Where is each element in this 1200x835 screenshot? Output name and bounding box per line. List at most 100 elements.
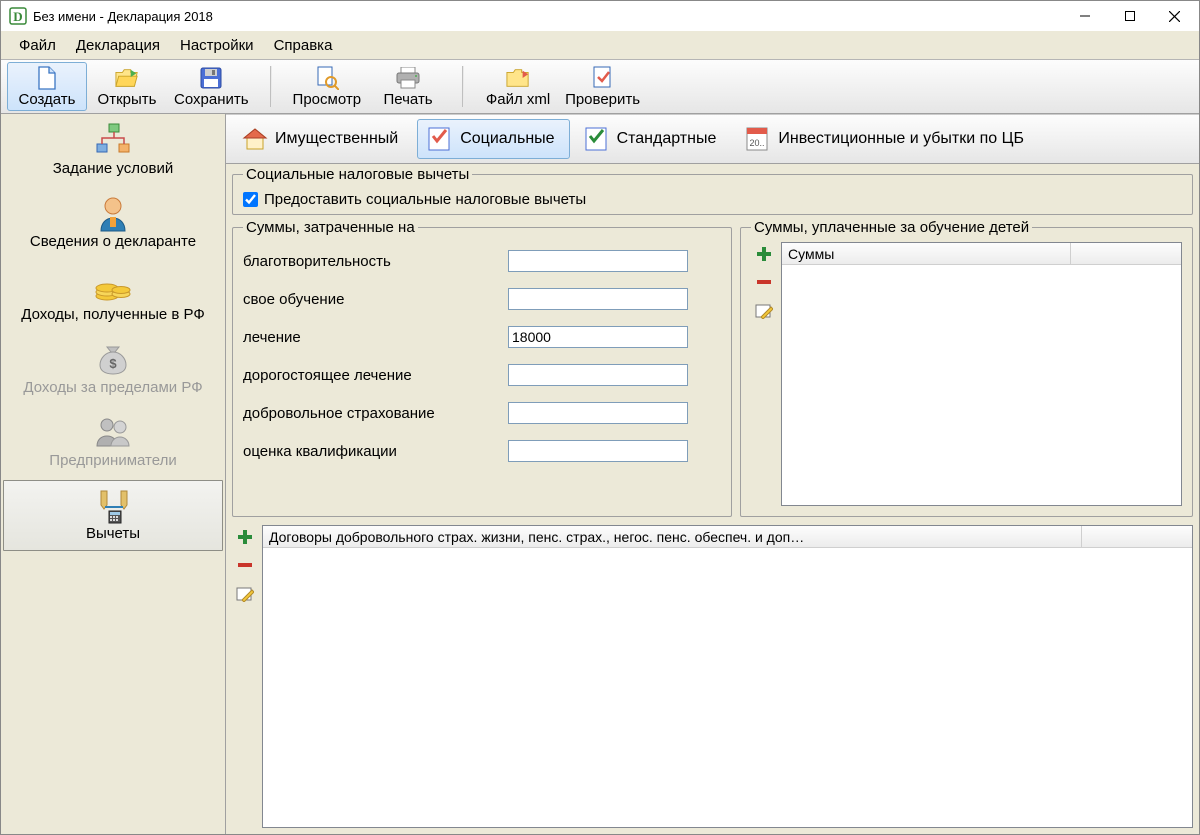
people-icon [93,412,133,452]
sidebar-item-conditions[interactable]: Задание условий [3,115,223,186]
list-body[interactable] [263,548,1192,827]
workspace: Задание условий Сведения о декларанте [1,114,1199,834]
close-button[interactable] [1152,2,1197,30]
check-button[interactable]: Проверить [558,62,647,111]
person-icon [93,193,133,233]
provide-social-checkbox[interactable] [243,192,258,207]
provide-social-checkbox-row[interactable]: Предоставить социальные налоговые вычеты [243,191,1182,208]
maximize-button[interactable] [1107,2,1152,30]
children-education-list[interactable]: Суммы [781,242,1182,506]
open-button[interactable]: Открыть [87,62,167,111]
main-area: Имущественный Социальные Стандартные [226,114,1199,834]
charity-input[interactable] [508,250,688,272]
toolbar-label: Просмотр [293,91,362,108]
toolbar-label: Создать [18,91,75,108]
minimize-button[interactable] [1062,2,1107,30]
toolbar-label: Открыть [98,91,157,108]
field-charity: благотворительность [243,242,721,280]
preview-button[interactable]: Просмотр [286,62,369,111]
treatment-input[interactable] [508,326,688,348]
list-body[interactable] [782,265,1181,505]
toolbar-separator [462,66,464,107]
tree-icon [93,120,133,160]
header-blank[interactable] [1082,526,1192,547]
sidebar-item-label: Доходы за пределами РФ [23,379,202,396]
toolbar-separator [270,66,272,107]
header-contracts[interactable]: Договоры добровольного страх. жизни, пен… [263,526,1082,547]
toolbar: Создать Открыть Сохранить Просмо [1,59,1199,114]
menu-declaration[interactable]: Декларация [68,35,168,56]
page-magnifier-icon [315,66,339,90]
tab-standard[interactable]: Стандартные [574,119,732,159]
remove-button[interactable] [754,272,774,292]
sidebar-item-declarant[interactable]: Сведения о декларанте [3,188,223,259]
sidebar-item-income-rf[interactable]: Доходы, полученные в РФ [3,261,223,332]
field-own-education: свое обучение [243,280,721,318]
toolbar-label: Файл xml [486,91,550,108]
sidebar-item-label: Вычеты [86,525,140,542]
list-header: Суммы [782,243,1181,265]
svg-text:D: D [13,9,22,24]
subtab-label: Стандартные [617,130,717,148]
list-header: Договоры добровольного страх. жизни, пен… [263,526,1192,548]
field-label: благотворительность [243,253,508,270]
deductions-icon [91,485,135,525]
field-qualification: оценка квалификации [243,432,721,470]
tab-property[interactable]: Имущественный [232,119,413,159]
header-blank[interactable] [1071,243,1181,264]
page-check-icon [591,66,615,90]
field-voluntary-insurance: добровольное страхование [243,394,721,432]
menu-bar: Файл Декларация Настройки Справка [1,31,1199,59]
sidebar-item-label: Задание условий [53,160,174,177]
list-tools [751,242,777,506]
save-button[interactable]: Сохранить [167,62,256,111]
contracts-section: Договоры добровольного страх. жизни, пен… [232,525,1193,828]
sidebar-item-label: Предприниматели [49,452,176,469]
menu-help[interactable]: Справка [266,35,341,56]
sidebar-item-entrepreneurs: Предприниматели [3,407,223,478]
check-sheet-icon [426,125,454,153]
checkbox-label: Предоставить социальные налоговые вычеты [264,191,586,208]
application-window: D Без имени - Декларация 2018 Файл Декла… [0,0,1200,835]
content-area: Социальные налоговые вычеты Предоставить… [226,164,1199,834]
expensive-treatment-input[interactable] [508,364,688,386]
svg-text:20..: 20.. [750,138,765,148]
header-sums[interactable]: Суммы [782,243,1071,264]
edit-button[interactable] [754,300,774,320]
create-button[interactable]: Создать [7,62,87,111]
tab-investment[interactable]: 20.. Инвестиционные и убытки по ЦБ [735,119,1039,159]
group-title: Суммы, затраченные на [243,219,418,236]
menu-settings[interactable]: Настройки [172,35,262,56]
print-button[interactable]: Печать [368,62,448,111]
subtab-label: Социальные [460,130,554,148]
add-button[interactable] [754,244,774,264]
add-button[interactable] [235,527,255,547]
remove-button[interactable] [235,555,255,575]
field-label: лечение [243,329,508,346]
sidebar-item-deductions[interactable]: Вычеты [3,480,223,551]
floppy-disk-icon [199,66,223,90]
app-icon: D [9,7,27,25]
field-expensive-treatment: дорогостоящее лечение [243,356,721,394]
printer-icon [396,66,420,90]
new-file-icon [35,66,59,90]
toolbar-label: Проверить [565,91,640,108]
xml-button[interactable]: Файл xml [478,62,558,111]
subtab-bar: Имущественный Социальные Стандартные [226,114,1199,164]
folder-xml-icon [506,66,530,90]
contracts-list[interactable]: Договоры добровольного страх. жизни, пен… [262,525,1193,828]
qualification-input[interactable] [508,440,688,462]
group-children-education: Суммы, уплаченные за обучение детей [740,219,1193,517]
money-bag-icon: $ [95,339,131,379]
group-title: Суммы, уплаченные за обучение детей [751,219,1032,236]
sidebar-item-income-abroad: $ Доходы за пределами РФ [3,334,223,405]
edit-button[interactable] [235,583,255,603]
voluntary-insurance-input[interactable] [508,402,688,424]
folder-open-icon [115,66,139,90]
own-education-input[interactable] [508,288,688,310]
group-sums-spent: Суммы, затраченные на благотворительност… [232,219,732,517]
tab-social[interactable]: Социальные [417,119,569,159]
subtab-label: Инвестиционные и убытки по ЦБ [778,130,1024,148]
sidebar-item-label: Доходы, полученные в РФ [21,306,205,323]
menu-file[interactable]: Файл [11,35,64,56]
